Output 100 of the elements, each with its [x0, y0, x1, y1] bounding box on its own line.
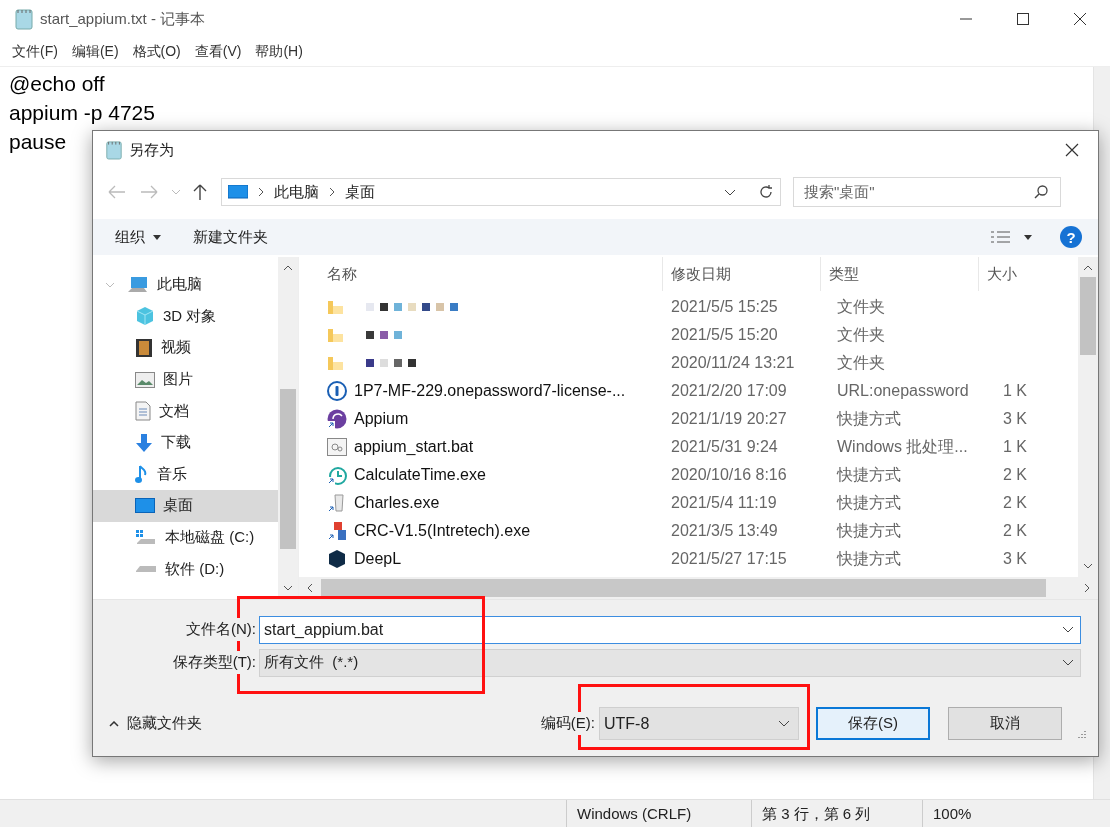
organize-button[interactable]: 组织: [105, 223, 171, 251]
type-cell-text: 文件夹: [836, 352, 886, 373]
up-arrow-icon[interactable]: [193, 183, 207, 201]
breadcrumb-item[interactable]: 此电脑: [274, 182, 319, 202]
shield-icon: [327, 549, 347, 569]
chevron-down-icon[interactable]: [1062, 626, 1074, 633]
status-text: 第 3 行，第 6 列: [751, 800, 922, 827]
blocks-icon: [327, 521, 347, 541]
date-cell-text: 2021/5/4 11:19: [670, 494, 778, 512]
type-cell-text: 快捷方式: [835, 520, 902, 541]
alarm-clock-icon: [327, 465, 347, 485]
hide-folders-button[interactable]: 隐藏文件夹: [107, 712, 204, 735]
type-cell-text: 文件夹: [836, 296, 886, 317]
music-note-icon: [135, 464, 149, 485]
date-cell-text: 2021/5/31 9:24: [670, 438, 779, 456]
file-name[interactable]: Charles.exe: [354, 494, 440, 512]
scroll-thumb[interactable]: [321, 579, 1046, 597]
size-cell-text: 3 K: [1002, 550, 1028, 568]
sidebar-item[interactable]: 3D 对象: [93, 300, 278, 333]
column-header[interactable]: 修改日期: [663, 257, 821, 291]
date-cell-text: 2020/10/16 8:16: [670, 466, 788, 484]
scroll-down-icon[interactable]: [283, 585, 293, 591]
folder-icon: [327, 298, 345, 316]
menu-item[interactable]: 文件(F): [12, 43, 58, 61]
folder-icon: [327, 354, 345, 372]
type-cell-text: 快捷方式: [835, 464, 902, 485]
file-name[interactable]: 1P7-MF-229.onepassword7-license-...: [354, 382, 626, 400]
menu-item[interactable]: 帮助(H): [255, 43, 303, 61]
scroll-right-icon[interactable]: [1084, 583, 1090, 593]
refresh-icon[interactable]: [758, 184, 774, 200]
menu-item[interactable]: 格式(O): [132, 43, 181, 61]
scroll-thumb[interactable]: [280, 389, 296, 549]
scrollbar[interactable]: [278, 257, 298, 599]
sidebar-item[interactable]: 视频: [93, 332, 278, 364]
type-cell-text: Windows 批处理...: [836, 436, 969, 457]
document-icon: [135, 401, 151, 422]
date-cell-text: 2021/5/5 15:20: [670, 326, 779, 344]
chevron-right-icon: [258, 187, 264, 197]
encoding-dropdown[interactable]: UTF-8: [599, 707, 799, 740]
new-folder-button[interactable]: 新建文件夹: [183, 223, 278, 251]
sidebar-item[interactable]: 文档: [93, 395, 278, 427]
help-button[interactable]: ?: [1060, 226, 1082, 248]
text-line: @echo off: [9, 71, 105, 97]
sidebar-item[interactable]: 下载: [93, 426, 278, 459]
date-cell-text: 2021/3/5 13:49: [670, 522, 779, 540]
sidebar-item[interactable]: 桌面: [93, 490, 278, 522]
chevron-down-icon[interactable]: [724, 188, 736, 196]
window-title: start_appium.txt - 记事本: [40, 9, 206, 29]
chevron-down-icon[interactable]: [1062, 659, 1074, 666]
sidebar-item[interactable]: 此电脑: [93, 269, 278, 301]
scroll-down-icon[interactable]: [1083, 563, 1093, 569]
sidebar-item[interactable]: 图片: [93, 363, 278, 396]
file-name[interactable]: CRC-V1.5(Intretech).exe: [354, 522, 531, 540]
caret-icon[interactable]: [1024, 234, 1032, 240]
column-header[interactable]: 类型: [821, 257, 979, 291]
chevron-right-icon: [329, 187, 335, 197]
file-name[interactable]: CalculateTime.exe: [354, 466, 486, 484]
monitor-icon: [135, 498, 155, 514]
date-cell-text: 2021/5/5 15:25: [670, 298, 779, 316]
field-label: 编码(E):: [540, 712, 595, 735]
scroll-thumb[interactable]: [1080, 277, 1096, 355]
close-icon[interactable]: [1074, 13, 1086, 25]
search-field[interactable]: 搜索"桌面": [793, 177, 1061, 207]
file-name[interactable]: appium_start.bat: [354, 438, 474, 456]
scrollbar[interactable]: [1078, 257, 1098, 577]
type-cell-text: 快捷方式: [835, 492, 902, 513]
type-cell-text: 文件夹: [836, 324, 886, 345]
address-bar[interactable]: 此电脑 桌面: [221, 178, 781, 206]
filename-field[interactable]: start_appium.bat: [259, 615, 1081, 644]
sidebar-item[interactable]: 音乐: [93, 458, 278, 491]
scrollbar[interactable]: [299, 577, 1098, 599]
film-icon: [135, 338, 153, 358]
maximize-icon[interactable]: [1017, 13, 1029, 25]
file-name[interactable]: Appium: [354, 410, 409, 428]
column-header[interactable]: 大小: [979, 257, 1039, 291]
sidebar-item[interactable]: 本地磁盘 (C:): [93, 521, 278, 554]
resize-grip-icon[interactable]: [1076, 730, 1086, 740]
scroll-up-icon[interactable]: [283, 265, 293, 271]
menu-item[interactable]: 编辑(E): [71, 43, 119, 61]
computer-icon: [127, 275, 149, 294]
jug-icon: [327, 493, 347, 513]
monitor-icon: [228, 185, 248, 199]
status-text: 100%: [922, 800, 1110, 827]
file-type-dropdown[interactable]: 所有文件 (*.*): [259, 648, 1081, 677]
save-button[interactable]: 保存(S): [816, 707, 930, 740]
date-cell-text: 2021/2/20 17:09: [670, 382, 788, 400]
column-header[interactable]: 名称: [327, 257, 663, 291]
cancel-button[interactable]: 取消: [948, 707, 1062, 740]
menu-item[interactable]: 查看(V): [194, 43, 242, 61]
scroll-left-icon[interactable]: [307, 583, 313, 593]
app-shortcut-icon: [327, 409, 347, 429]
notepad-icon: [14, 8, 34, 30]
download-icon: [135, 432, 153, 453]
close-icon[interactable]: [1065, 143, 1079, 157]
scroll-up-icon[interactable]: [1083, 265, 1093, 271]
size-cell-text: 2 K: [1002, 522, 1028, 540]
sidebar-item[interactable]: 软件 (D:): [93, 553, 278, 585]
breadcrumb-item[interactable]: 桌面: [345, 182, 375, 202]
file-name[interactable]: DeepL: [354, 550, 402, 568]
search-icon: [1034, 185, 1048, 199]
